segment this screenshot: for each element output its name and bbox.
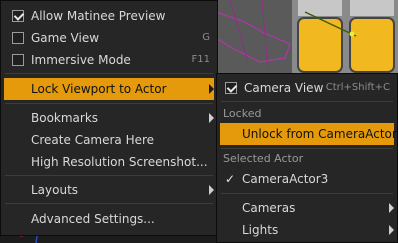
section-heading-selected-actor: Selected Actor (223, 152, 304, 165)
menu-item-unlock-from-camera-actor[interactable]: Unlock from CameraActor3 (220, 123, 398, 145)
checkbox-checked-icon[interactable] (225, 82, 237, 94)
menu-item-label: Unlock from CameraActor3 (242, 127, 398, 141)
shortcut-label: G (202, 32, 210, 43)
section-heading-locked: Locked (223, 107, 262, 120)
menu-separator (221, 101, 393, 102)
menu-item-label: Cameras (242, 201, 296, 215)
menu-separator (5, 103, 213, 104)
menu-item-game-view[interactable]: Game View G (4, 27, 214, 49)
submenu-arrow-icon (389, 203, 394, 213)
checkbox-checked-icon[interactable] (12, 10, 24, 22)
menu-item-label: Game View (31, 31, 100, 45)
menu-item-label: Camera View (244, 81, 324, 95)
menu-item-create-camera-here[interactable]: Create Camera Here (4, 129, 214, 151)
menu-item-label: Lights (242, 223, 279, 237)
menu-separator (221, 148, 393, 149)
submenu-arrow-icon (209, 84, 214, 94)
menu-item-immersive-mode[interactable]: Immersive Mode F11 (4, 49, 214, 71)
viewport-options-menu: Allow Matinee Preview Game View G Immers… (0, 0, 218, 236)
menu-item-label: Create Camera Here (31, 133, 155, 147)
menu-item-advanced-settings[interactable]: Advanced Settings... (4, 208, 214, 230)
submenu-arrow-icon (209, 113, 214, 123)
menu-item-lock-viewport-to-actor[interactable]: Lock Viewport to Actor (4, 78, 214, 100)
menu-item-label: Lock Viewport to Actor (31, 82, 167, 96)
menu-item-layouts[interactable]: Layouts (4, 179, 214, 201)
menu-item-allow-matinee-preview[interactable]: Allow Matinee Preview (4, 5, 214, 27)
menu-item-label: High Resolution Screenshot... (31, 155, 208, 169)
checkbox-unchecked-icon[interactable] (12, 54, 24, 66)
menu-item-label: Bookmarks (31, 111, 99, 125)
menu-item-label: Immersive Mode (31, 53, 131, 67)
menu-item-bookmarks[interactable]: Bookmarks (4, 107, 214, 129)
lock-viewport-submenu: Camera View Ctrl+Shift+C Locked Unlock f… (216, 73, 398, 243)
menu-separator (221, 193, 393, 194)
shortcut-label: Ctrl+Shift+C (325, 82, 390, 93)
menu-separator (5, 175, 213, 176)
submenu-arrow-icon (209, 185, 214, 195)
menu-item-label: Allow Matinee Preview (31, 9, 166, 23)
menu-separator (5, 203, 213, 204)
menu-item-label: Advanced Settings... (31, 212, 155, 226)
menu-item-camera-view[interactable]: Camera View Ctrl+Shift+C (220, 77, 394, 99)
menu-item-label: Layouts (31, 183, 79, 197)
checkmark-icon: ✓ (225, 172, 236, 186)
viewport-object-right (349, 17, 395, 73)
menu-separator (5, 73, 213, 74)
shortcut-label: F11 (191, 54, 210, 65)
menu-item-camera-actor3[interactable]: ✓ CameraActor3 (220, 168, 394, 190)
menu-item-high-resolution-screenshot[interactable]: High Resolution Screenshot... (4, 151, 214, 173)
menu-item-lights[interactable]: Lights (220, 219, 394, 241)
submenu-arrow-icon (389, 225, 394, 235)
menu-item-label: CameraActor3 (242, 172, 329, 186)
checkbox-unchecked-icon[interactable] (12, 32, 24, 44)
menu-item-cameras[interactable]: Cameras (220, 197, 394, 219)
